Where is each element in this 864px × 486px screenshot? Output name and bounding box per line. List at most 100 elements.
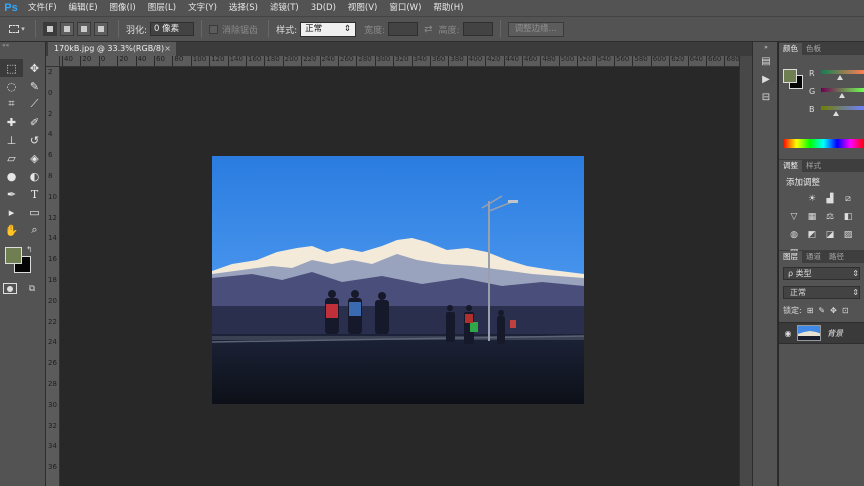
red-slider-thumb[interactable] [837, 75, 843, 80]
rectangle-tool-icon[interactable]: ▭ [23, 203, 46, 221]
mountain-photo [212, 156, 584, 404]
eye-icon[interactable]: ◉ [779, 329, 797, 338]
tab-channels[interactable]: 通道 [802, 251, 825, 263]
move-tool-icon[interactable]: ✥ [23, 59, 46, 77]
threshold-icon[interactable]: ▨ [839, 226, 857, 244]
clone-stamp-tool-icon[interactable]: ⊥ [0, 131, 23, 149]
brush-tool-icon[interactable]: ✐ [23, 113, 46, 131]
type-tool-icon[interactable]: T [23, 185, 46, 203]
levels-icon[interactable]: ▟ [821, 190, 839, 208]
lock-position-icon[interactable]: ✥ [830, 306, 837, 315]
menu-type[interactable]: 文字(Y) [182, 0, 223, 16]
zoom-tool-icon[interactable]: ⌕ [23, 221, 46, 239]
color-balance-icon[interactable]: ⚖ [821, 208, 839, 226]
layer-row[interactable]: ◉ 背景 [779, 322, 864, 344]
intersect-selection-button[interactable] [94, 22, 108, 36]
tab-color[interactable]: 颜色 [779, 43, 802, 55]
hue-saturation-icon[interactable]: ▦ [803, 208, 821, 226]
black-white-icon[interactable]: ◧ [839, 208, 857, 226]
invert-icon[interactable]: ◩ [803, 226, 821, 244]
feather-input[interactable]: 0 像素 [150, 22, 195, 36]
green-slider[interactable] [821, 88, 864, 92]
lasso-tool-icon[interactable]: ◌ [0, 77, 23, 95]
subtract-selection-button[interactable] [77, 22, 91, 36]
width-input[interactable] [388, 22, 419, 36]
ruler-tick-label: 360 [432, 56, 446, 63]
hand-tool-icon[interactable]: ✋ [0, 221, 23, 239]
tool-preset-picker[interactable]: ▾ [6, 21, 28, 37]
style-select[interactable]: 正常 ⇕ [300, 21, 357, 37]
close-icon[interactable]: × [164, 42, 171, 56]
height-input[interactable] [462, 22, 493, 36]
healing-brush-tool-icon[interactable]: ✚ [0, 113, 23, 131]
paint-bucket-tool-icon[interactable]: ◈ [23, 149, 46, 167]
menu-layer[interactable]: 图层(L) [142, 0, 182, 16]
menu-select[interactable]: 选择(S) [223, 0, 264, 16]
vibrance-icon[interactable]: ▽ [785, 208, 803, 226]
pen-tool-icon[interactable]: ✒ [0, 185, 23, 203]
tab-swatches[interactable]: 色板 [802, 43, 825, 55]
ruler-tick-label: 340 [413, 56, 427, 63]
antialias-checkbox[interactable] [209, 24, 219, 34]
menu-window[interactable]: 窗口(W) [383, 0, 427, 16]
color-panel-tabs: 颜色 色板 [779, 42, 864, 55]
tab-layers[interactable]: 图层 [779, 251, 802, 263]
tab-styles[interactable]: 样式 [802, 160, 825, 172]
refine-edge-button[interactable]: 调整边缘... [507, 21, 564, 37]
document-tab[interactable]: 170kB.jpg @ 33.3%(RGB/8) × [48, 42, 176, 56]
lock-all-icon[interactable]: ⊡ [842, 306, 849, 315]
history-brush-tool-icon[interactable]: ↺ [23, 131, 46, 149]
adjust-panel-tabs: 调整 样式 [779, 159, 864, 172]
menu-view[interactable]: 视图(V) [342, 0, 383, 16]
properties-panel-icon[interactable]: ⊟ [753, 88, 779, 106]
menu-help[interactable]: 帮助(H) [427, 0, 469, 16]
quick-select-tool-icon[interactable]: ✎ [23, 77, 46, 95]
posterize-icon[interactable]: ◪ [821, 226, 839, 244]
curves-icon[interactable]: ⧄ [839, 190, 857, 208]
path-select-tool-icon[interactable]: ▸ [0, 203, 23, 221]
eraser-tool-icon[interactable]: ▱ [0, 149, 23, 167]
lock-pixels-icon[interactable]: ✎ [818, 306, 825, 315]
tab-adjustments[interactable]: 调整 [779, 160, 802, 172]
marquee-tool-icon[interactable]: ⬚ [0, 59, 23, 77]
new-selection-button[interactable] [43, 22, 57, 36]
lock-transparent-icon[interactable]: ⊞ [807, 306, 814, 315]
brightness-icon[interactable]: ☀ [803, 190, 821, 208]
quick-mask-icon[interactable] [3, 283, 17, 294]
add-selection-button[interactable] [60, 22, 74, 36]
panel-expand-icon[interactable]: » [753, 42, 779, 52]
menu-file[interactable]: 文件(F) [22, 0, 63, 16]
ruler-origin[interactable] [46, 56, 60, 67]
history-panel-icon[interactable]: ▤ [753, 52, 779, 70]
screen-mode-icon[interactable]: ⧉ [25, 283, 39, 294]
eyedropper-tool-icon[interactable]: ⟋ [23, 95, 46, 113]
menu-filter[interactable]: 滤镜(T) [264, 0, 305, 16]
swap-arrows-icon[interactable]: ⇄ [424, 24, 432, 35]
crop-tool-icon[interactable]: ⌗ [0, 95, 23, 113]
menu-image[interactable]: 图像(I) [104, 0, 142, 16]
color-panel-foreground[interactable] [783, 69, 797, 83]
menu-3d[interactable]: 3D(D) [305, 0, 342, 16]
red-slider[interactable] [821, 70, 864, 74]
dodge-tool-icon[interactable]: ◐ [23, 167, 46, 185]
blue-slider-thumb[interactable] [833, 111, 839, 116]
layer-filter-select[interactable]: ρ 类型 ⇕ [783, 267, 860, 280]
color-spectrum-bar[interactable] [783, 139, 864, 148]
vertical-ruler[interactable]: 2 0 2 4 6 8 10 12 14 16 18 20 22 24 26 28 30 32 34 36 [46, 67, 60, 486]
blend-mode-select[interactable]: 正常 ⇕ [783, 286, 860, 299]
ruler-tick-label: 600 [652, 56, 667, 63]
blue-slider[interactable] [821, 106, 864, 110]
actions-play-icon[interactable]: ▶ [753, 70, 779, 88]
tab-paths[interactable]: 路径 [825, 251, 848, 263]
horizontal-ruler[interactable]: 40 20 0 20 40 60 80 100 120 140 160 180 200 220 240 260… [60, 56, 739, 67]
swap-colors-icon[interactable]: ↰ [26, 245, 33, 254]
vertical-scrollbar[interactable] [739, 56, 752, 486]
panel-collapse-icon[interactable]: «« [0, 42, 45, 50]
document-image[interactable] [212, 156, 584, 404]
photo-filter-icon[interactable]: ◍ [785, 226, 803, 244]
ruler-tick [614, 56, 615, 66]
green-slider-thumb[interactable] [839, 93, 845, 98]
foreground-color-swatch[interactable] [5, 247, 22, 264]
blur-tool-icon[interactable]: ● [0, 167, 23, 185]
menu-edit[interactable]: 编辑(E) [63, 0, 104, 16]
